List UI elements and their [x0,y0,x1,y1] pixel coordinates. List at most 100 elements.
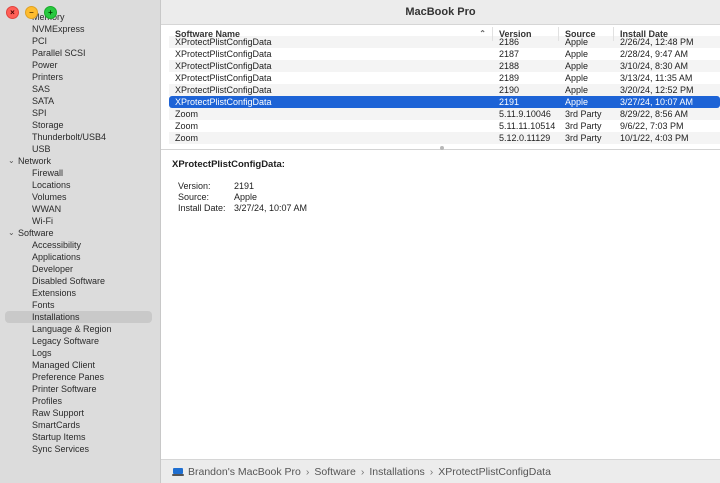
table-cell-name: XProtectPlistConfigData [175,85,272,95]
table-cell-date: 9/6/22, 7:03 PM [620,121,684,131]
sidebar-item-wwan[interactable]: WWAN [0,203,160,215]
breadcrumb-item[interactable]: Brandon's MacBook Pro [188,466,301,478]
detail-fields: Version: 2191 Source: Apple Install Date: 3/2… [172,181,712,214]
chevron-right-icon: › [360,465,365,478]
breadcrumb: Brandon's MacBook Pro › Software › Installat… [161,459,720,483]
sidebar-item-managed-client[interactable]: Managed Client [0,359,160,371]
sidebar-item-firewall[interactable]: Firewall [0,167,160,179]
table-cell-source: 3rd Party [565,121,602,131]
table-cell-name: XProtectPlistConfigData [175,61,272,71]
zoom-icon[interactable]: + [44,6,57,19]
sidebar-item-extensions[interactable]: Extensions [0,287,160,299]
table-cell-source: Apple [565,61,589,71]
detail-field-value: 2191 [234,181,255,191]
table-row[interactable]: Zoom 5.11.11.10514 3rd Party 9/6/22, 7:03 P… [169,120,720,132]
sidebar-item-startup-items[interactable]: Startup Items [0,431,160,443]
window-title: MacBook Pro [161,0,720,25]
installations-table: Software Name ⌃ Version Source Install D… [169,27,720,145]
column-header-label: Software Name [175,29,241,39]
sidebar-item-power[interactable]: Power [0,59,160,71]
table-cell-name: XProtectPlistConfigData [175,97,272,107]
detail-field: Version: 2191 [172,181,712,192]
sidebar-item-accessibility[interactable]: Accessibility [0,239,160,251]
sidebar-item-legacy-software[interactable]: Legacy Software [0,335,160,347]
column-header-software-name[interactable]: Software Name ⌃ [169,27,493,41]
sidebar-item-fonts[interactable]: Fonts [0,299,160,311]
column-header-version[interactable]: Version [493,27,559,41]
table-row[interactable]: XProtectPlistConfigData 2189 Apple 3/13/24,… [169,72,720,84]
detail-field-value: Apple [234,192,258,202]
table-cell-name: XProtectPlistConfigData [175,49,272,59]
table-cell-version: 2189 [499,73,520,83]
table-cell-version: 5.11.9.10046 [499,109,551,119]
table-row[interactable]: XProtectPlistConfigData 2190 Apple 3/20/24,… [169,84,720,96]
split-grip-icon[interactable] [440,146,444,150]
table-cell-date: 3/10/24, 8:30 AM [620,61,689,71]
sidebar-item-sata[interactable]: SATA [0,95,160,107]
table-row[interactable]: XProtectPlistConfigData 2187 Apple 2/28/24,… [169,48,720,60]
table-row[interactable]: Zoom 5.11.9.10046 3rd Party 8/29/22, 8:56 A… [169,108,720,120]
column-header-source[interactable]: Source [559,27,614,41]
sidebar-item-developer[interactable]: Developer [0,263,160,275]
main-pane: MacBook Pro Software Name ⌃ Version Sour… [161,0,720,483]
sidebar-item-nvmexpress[interactable]: NVMExpress [0,23,160,35]
table-cell-source: Apple [565,97,589,107]
sidebar-item-sync-services[interactable]: Sync Services [0,443,160,455]
sidebar-item-preference-panes[interactable]: Preference Panes [0,371,160,383]
table-cell-version: 5.11.11.10514 [499,121,556,131]
breadcrumb-item[interactable]: Software [314,466,355,478]
table-cell-date: 8/29/22, 8:56 AM [620,109,689,119]
sidebar-item-profiles[interactable]: Profiles [0,395,160,407]
sidebar-item-spi[interactable]: SPI [0,107,160,119]
sidebar-item-raw-support[interactable]: Raw Support [0,407,160,419]
sidebar-item-printer-software[interactable]: Printer Software [0,383,160,395]
sidebar-item-language-region[interactable]: Language & Region [0,323,160,335]
chevron-up-icon: ⌃ [479,29,486,38]
detail-pane: XProtectPlistConfigData: Version: 2191 Sou… [172,158,712,214]
sidebar-item-wi-fi[interactable]: Wi-Fi [0,215,160,227]
sidebar-item-sas[interactable]: SAS [0,83,160,95]
sidebar-group-network[interactable]: ⌄ Network [0,155,160,167]
sidebar-item-locations[interactable]: Locations [0,179,160,191]
table-cell-date: 3/27/24, 10:07 AM [620,97,694,107]
table-cell-source: Apple [565,49,589,59]
close-icon[interactable]: × [6,6,19,19]
laptop-icon [172,467,184,476]
detail-field: Source: Apple [172,192,712,203]
table-header: Software Name ⌃ Version Source Install D… [169,27,720,42]
table-cell-name: XProtectPlistConfigData [175,73,272,83]
sidebar-item-usb[interactable]: USB [0,143,160,155]
window-controls: × – + [6,6,57,19]
breadcrumb-item[interactable]: Installations [369,466,424,478]
table-cell-version: 2188 [499,61,520,71]
table-cell-name: Zoom [175,109,199,119]
sidebar-item-storage[interactable]: Storage [0,119,160,131]
sidebar[interactable]: × – + MemoryNVMExpressPCIParallel SCSIPo… [0,0,161,483]
column-header-install-date[interactable]: Install Date [614,27,720,41]
table-row[interactable]: XProtectPlistConfigData 2191 Apple 3/27/24,… [169,96,720,108]
sidebar-item-disabled-software[interactable]: Disabled Software [0,275,160,287]
table-cell-source: Apple [565,73,589,83]
sidebar-item-printers[interactable]: Printers [0,71,160,83]
table-cell-name: Zoom [175,133,199,143]
sidebar-group-software[interactable]: ⌄ Software [0,227,160,239]
table-cell-version: 2191 [499,97,520,107]
sidebar-item-smartcards[interactable]: SmartCards [0,419,160,431]
table-row[interactable]: XProtectPlistConfigData 2188 Apple 3/10/24,… [169,60,720,72]
sidebar-item-thunderbolt-usb4[interactable]: Thunderbolt/USB4 [0,131,160,143]
sidebar-item-parallel-scsi[interactable]: Parallel SCSI [0,47,160,59]
table-row[interactable]: Zoom 5.12.0.11129 3rd Party 10/1/22, 4:03 P… [169,132,720,144]
sidebar-item-applications[interactable]: Applications [0,251,160,263]
breadcrumb-item[interactable]: XProtectPlistConfigData [438,466,551,478]
sidebar-item-installations[interactable]: Installations [5,311,152,323]
chevron-down-icon[interactable]: ⌄ [8,155,18,167]
sidebar-item-volumes[interactable]: Volumes [0,191,160,203]
table-cell-source: Apple [565,85,589,95]
minimize-icon[interactable]: – [25,6,38,19]
detail-field-key: Source: [178,192,210,202]
detail-field-key: Version: [178,181,211,191]
chevron-down-icon[interactable]: ⌄ [8,227,18,239]
sidebar-item-logs[interactable]: Logs [0,347,160,359]
sidebar-item-pci[interactable]: PCI [0,35,160,47]
sidebar-tree: MemoryNVMExpressPCIParallel SCSIPowerPri… [0,11,160,455]
